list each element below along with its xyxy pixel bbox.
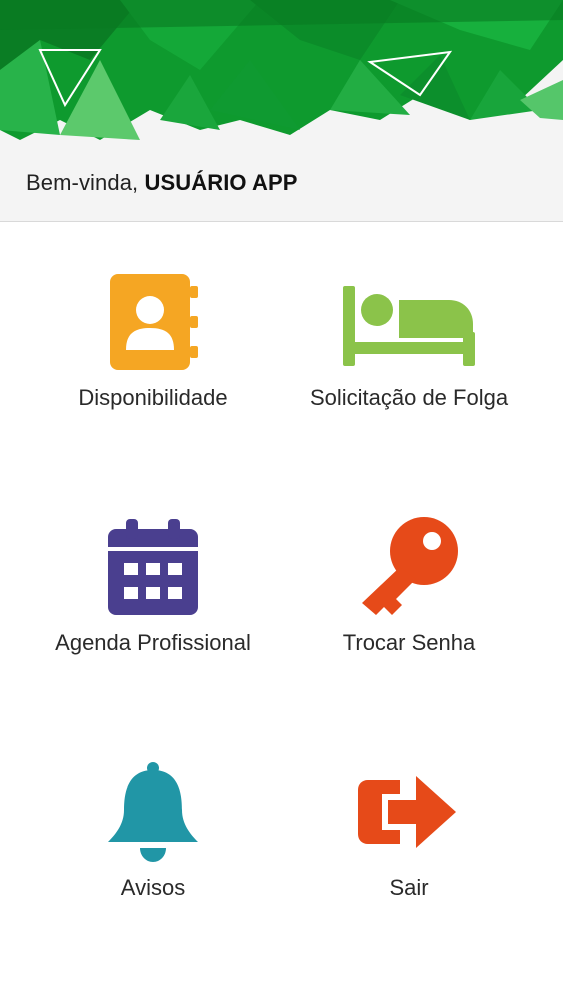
menu-item-avisos[interactable]: Avisos <box>33 762 273 962</box>
triangle-pattern-graphic <box>0 0 563 150</box>
menu-item-label: Avisos <box>120 875 186 900</box>
menu-item-label: Sair <box>389 875 429 900</box>
menu-item-label: Agenda Profissional <box>55 630 251 655</box>
bell-icon <box>98 762 208 862</box>
menu-item-label: Trocar Senha <box>342 630 476 655</box>
menu-item-disponibilidade[interactable]: Disponibilidade <box>33 272 273 472</box>
menu-item-sair[interactable]: Sair <box>289 762 529 962</box>
greeting-text: Bem-vinda, <box>26 170 139 195</box>
sign-out-icon <box>354 762 464 862</box>
user-name: USUÁRIO APP <box>144 170 298 195</box>
menu-item-label: Disponibilidade <box>78 385 228 410</box>
header-banner <box>0 0 563 150</box>
menu-item-trocar-senha[interactable]: Trocar Senha <box>289 517 529 717</box>
calendar-icon <box>98 517 208 617</box>
contacts-book-icon <box>98 272 208 372</box>
bed-icon <box>339 272 479 372</box>
menu-item-agenda-profissional[interactable]: Agenda Profissional <box>33 517 273 717</box>
menu-item-label: Solicitação de Folga <box>309 385 509 410</box>
welcome-message: Bem-vinda, USUÁRIO APP <box>26 170 298 196</box>
key-icon <box>354 517 464 617</box>
menu-item-solicitacao-folga[interactable]: Solicitação de Folga <box>289 272 529 472</box>
welcome-bar: Bem-vinda, USUÁRIO APP <box>0 150 563 222</box>
